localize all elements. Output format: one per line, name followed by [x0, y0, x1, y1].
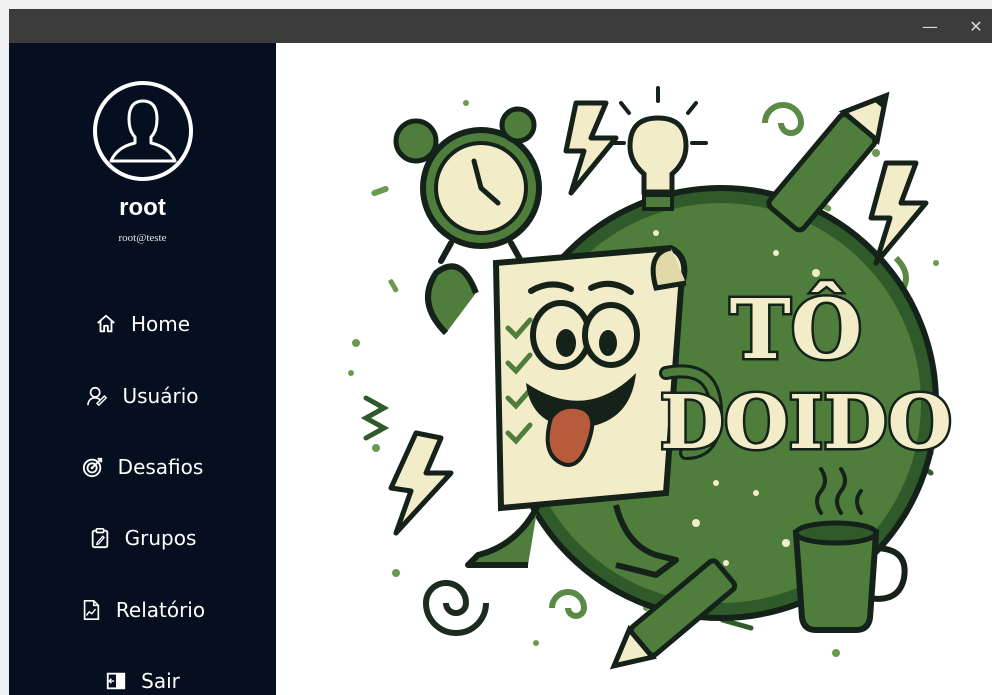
nav-usuario[interactable]: Usuário: [9, 373, 276, 419]
title-line-2: DOIDO: [660, 380, 952, 466]
close-button[interactable]: ✕: [953, 9, 992, 43]
title-bar: — ✕: [9, 9, 992, 43]
app-window: — ✕ root root@teste Home Usuário Desafio…: [9, 9, 992, 695]
nav-relatorio-label: Relatório: [115, 598, 206, 622]
user-name: root: [119, 194, 166, 221]
user-silhouette-icon: [93, 81, 193, 181]
nav-sair[interactable]: Sair: [9, 658, 276, 695]
nav-desafios-label: Desafios: [117, 455, 204, 479]
main-content: TÔ DOIDO: [276, 43, 992, 695]
title-line-1: TÔ: [730, 281, 862, 378]
nav-relatorio[interactable]: Relatório: [9, 587, 276, 633]
user-email: root@teste: [118, 232, 167, 244]
nav-usuario-label: Usuário: [122, 384, 199, 408]
nav-grupos[interactable]: Grupos: [9, 515, 276, 561]
nav-desafios[interactable]: Desafios: [9, 444, 276, 490]
illustration-image: TÔ DOIDO: [348, 86, 954, 670]
logout-icon: [106, 672, 126, 690]
user-edit-icon: [87, 386, 108, 407]
nav-sair-label: Sair: [141, 669, 180, 693]
nav-home-label: Home: [130, 312, 191, 336]
target-icon: [82, 457, 102, 478]
minimize-button[interactable]: —: [907, 9, 953, 43]
clipboard-icon: [91, 528, 108, 549]
report-icon: [83, 600, 100, 620]
nav-grupos-label: Grupos: [124, 526, 197, 550]
nav-home[interactable]: Home: [9, 301, 276, 347]
alarm-clock-icon: [393, 106, 542, 264]
sidebar: root root@teste Home Usuário Desafios Gr…: [9, 43, 276, 695]
home-icon: [97, 314, 115, 333]
